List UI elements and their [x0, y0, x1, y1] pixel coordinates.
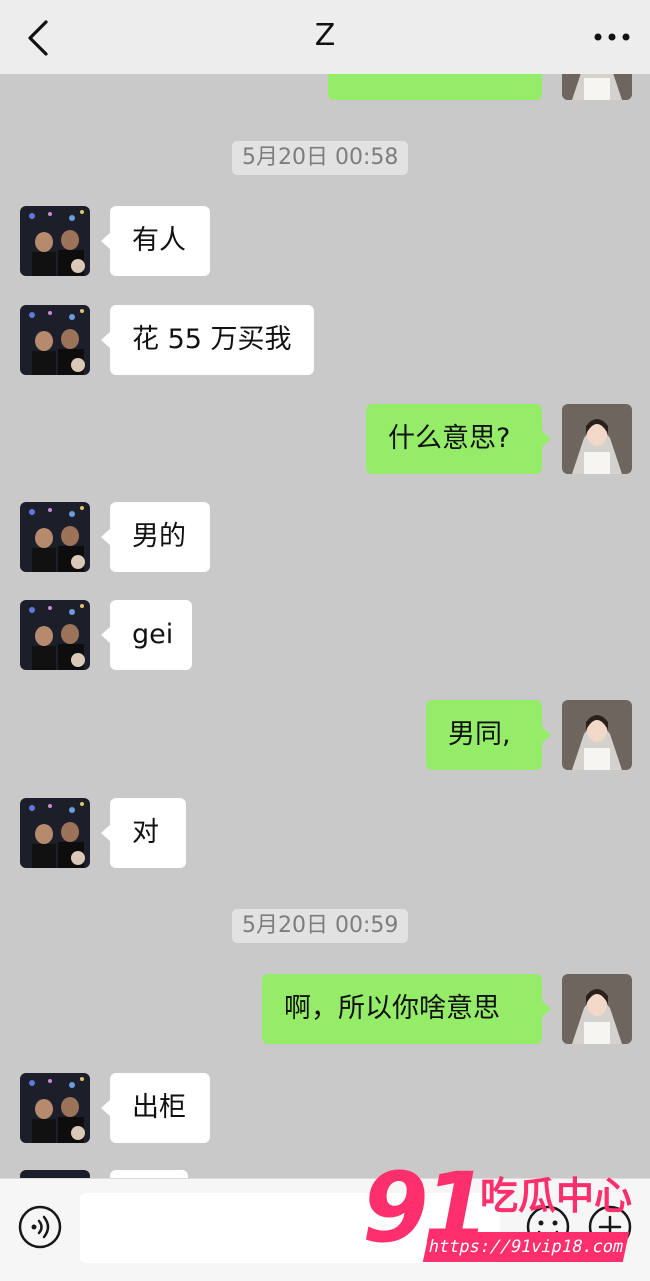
watermark: 91 吃瓜中心 https://91vip18.com — [360, 1158, 650, 1278]
message-bubble[interactable]: 啊，所以你啥意思 — [262, 974, 551, 1044]
message-bubble[interactable]: 对 — [101, 798, 186, 868]
group-photo-avatar-icon — [20, 600, 90, 670]
more-dots-icon — [594, 33, 630, 41]
bride-avatar-icon — [562, 404, 632, 474]
avatar-self[interactable] — [562, 404, 632, 474]
avatar-contact[interactable] — [20, 600, 90, 670]
watermark-name: 吃瓜中心 — [480, 1174, 633, 1218]
timestamp: 5月20日 00:58 — [232, 141, 409, 175]
group-photo-avatar-icon — [20, 206, 90, 276]
group-photo-avatar-icon — [20, 305, 90, 375]
voice-button[interactable] — [18, 1205, 62, 1249]
message-bubble[interactable]: 什么意思? — [366, 404, 551, 474]
more-button[interactable] — [590, 22, 634, 52]
chat-area: 5月20日 00:58 有人 花 55 万买我 什么意思? 男的 gei 男同,… — [0, 0, 650, 1280]
message-bubble[interactable]: 男的 — [101, 502, 210, 572]
message-bubble[interactable]: 男同, — [426, 700, 551, 770]
chat-title: Z — [314, 18, 336, 53]
group-photo-avatar-icon — [20, 1073, 90, 1143]
group-photo-avatar-icon — [20, 502, 90, 572]
voice-icon — [18, 1205, 62, 1249]
message-bubble[interactable]: 出柜 — [101, 1073, 210, 1143]
avatar-contact[interactable] — [20, 1073, 90, 1143]
chat-header: Z — [0, 0, 650, 74]
avatar-contact[interactable] — [20, 206, 90, 276]
bride-avatar-icon — [562, 700, 632, 770]
avatar-contact[interactable] — [20, 305, 90, 375]
avatar-self[interactable] — [562, 974, 632, 1044]
message-bubble[interactable]: 花 55 万买我 — [101, 305, 314, 375]
message-bubble[interactable]: gei — [101, 600, 192, 670]
avatar-contact[interactable] — [20, 798, 90, 868]
avatar-contact[interactable] — [20, 502, 90, 572]
message-bubble[interactable]: 有人 — [101, 206, 210, 276]
timestamp: 5月20日 00:59 — [232, 909, 409, 943]
watermark-url: https://91vip18.com — [422, 1232, 630, 1262]
bride-avatar-icon — [562, 974, 632, 1044]
avatar-self[interactable] — [562, 700, 632, 770]
group-photo-avatar-icon — [20, 798, 90, 868]
